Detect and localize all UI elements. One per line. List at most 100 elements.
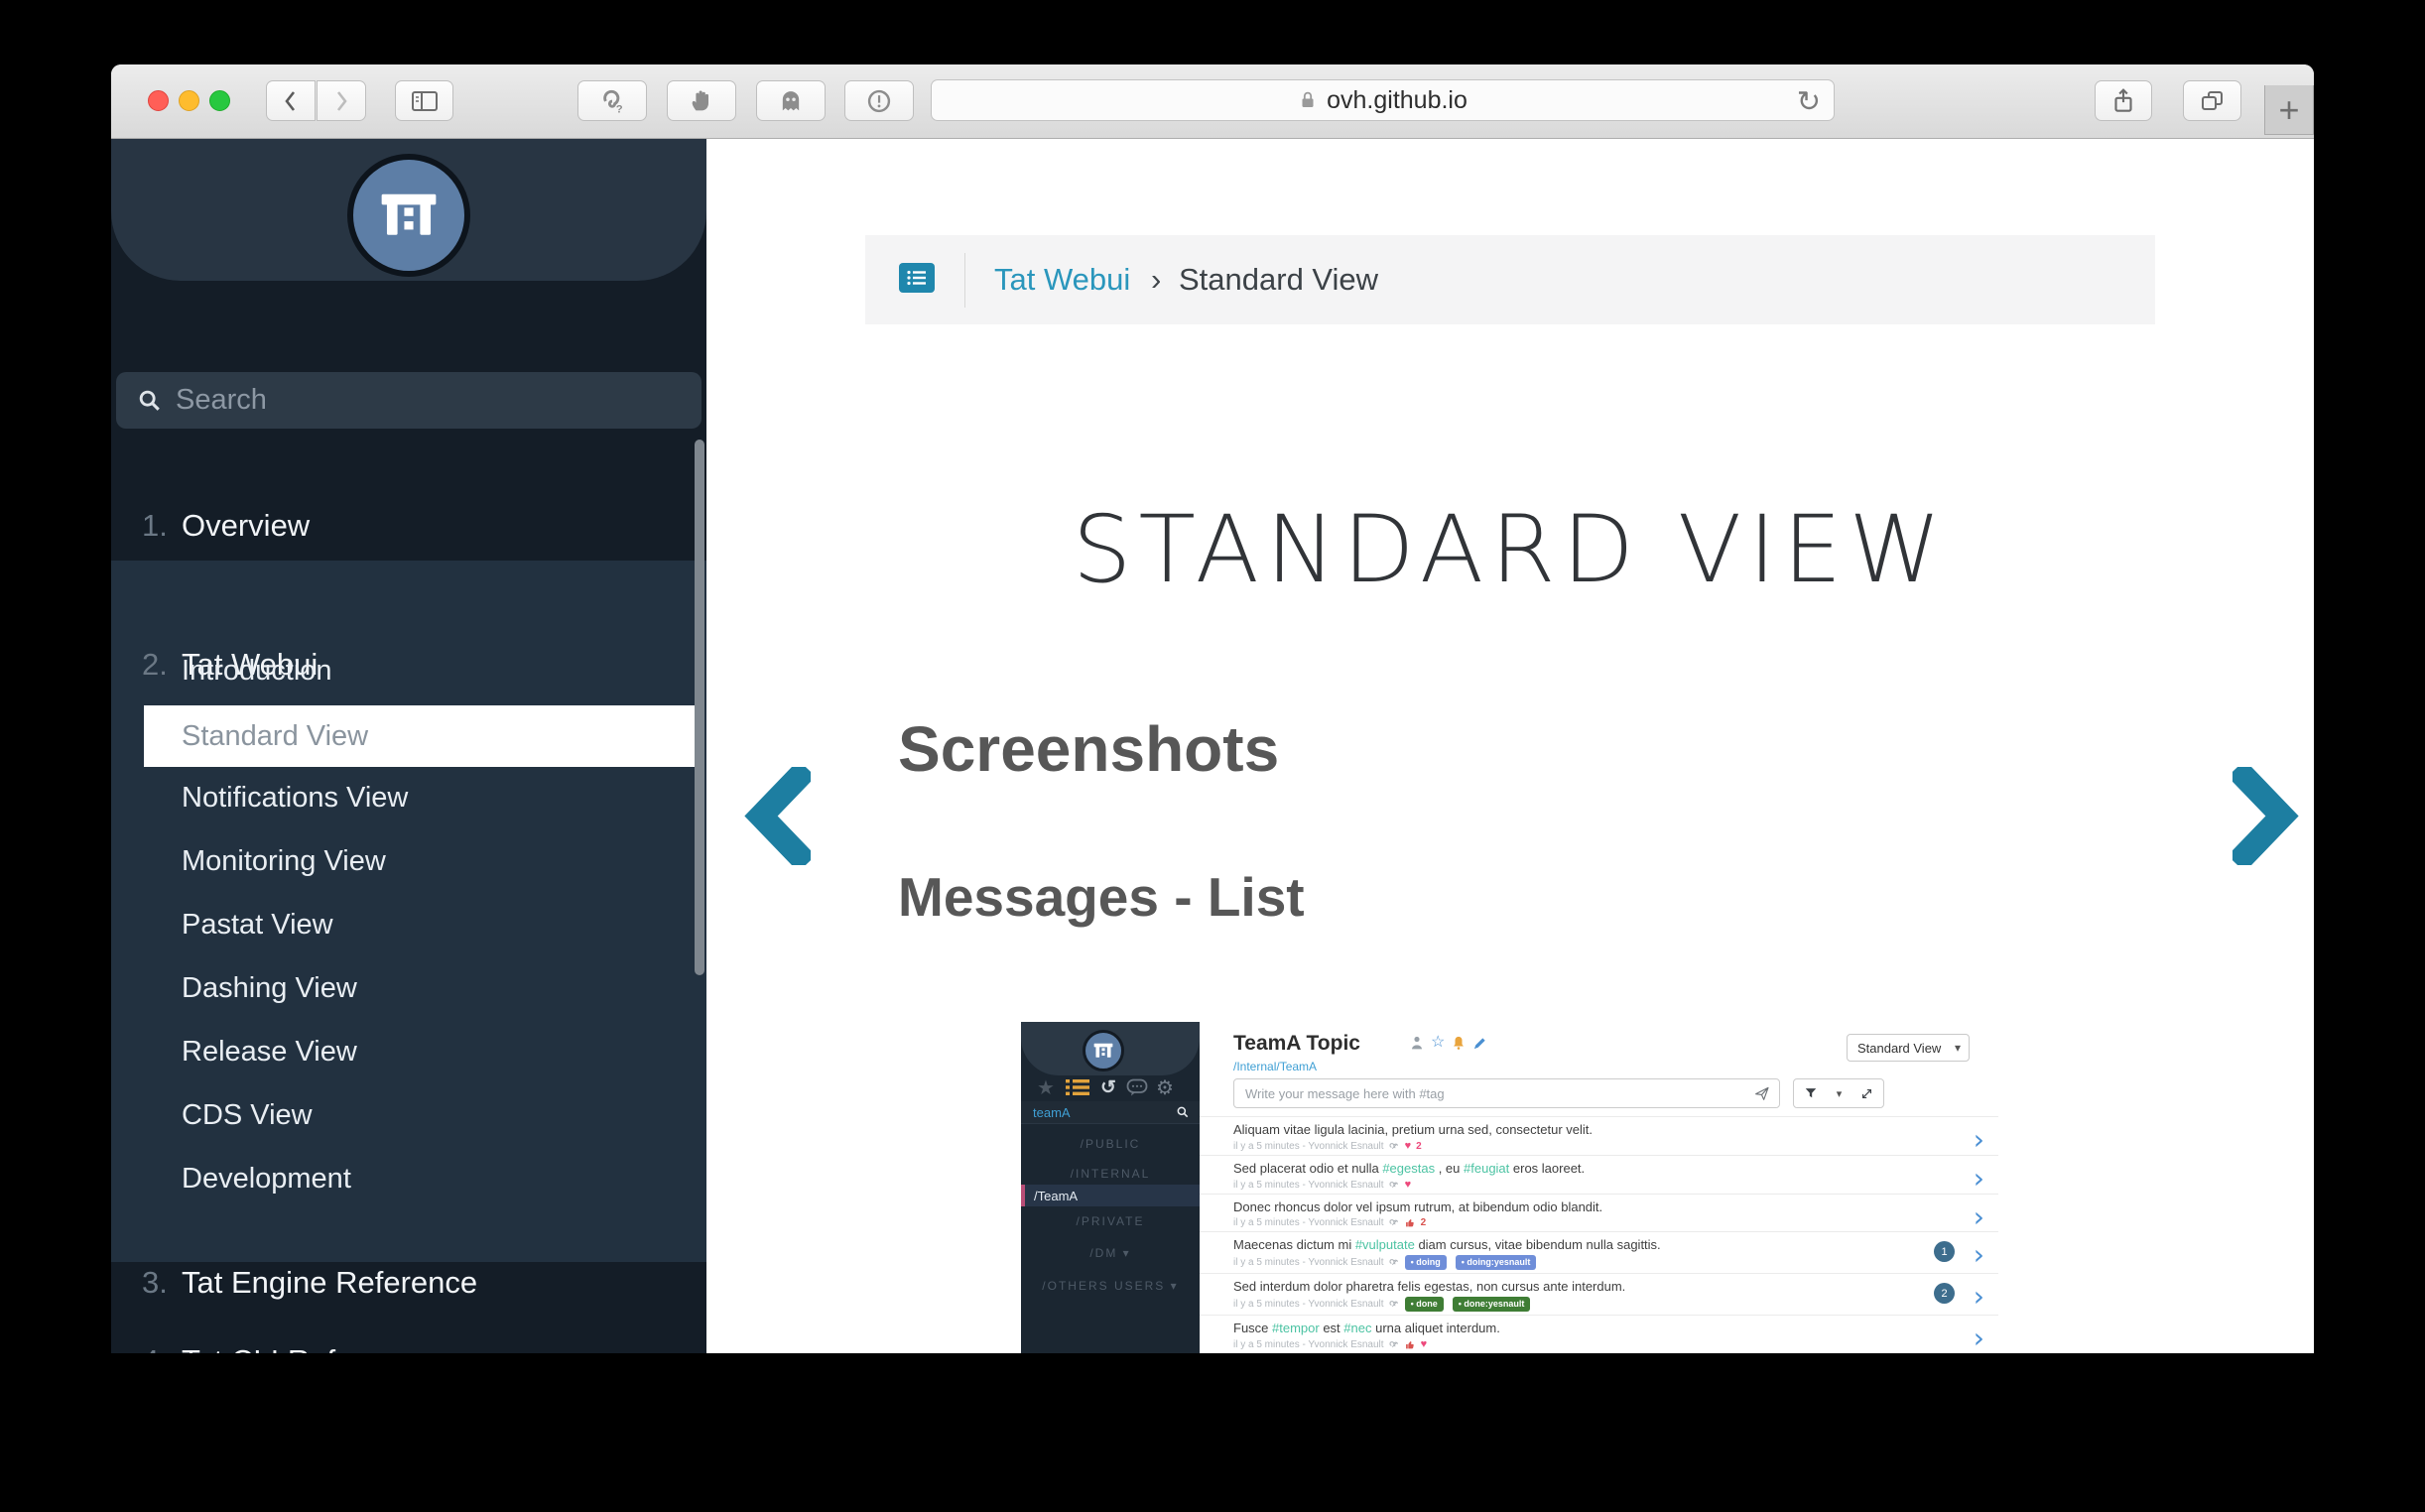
sidebar-item-notifications-view[interactable]: Notifications View: [182, 766, 408, 829]
caret-down-icon: ▾: [1955, 1041, 1961, 1055]
item-label: Tat CLI Reference: [182, 1343, 430, 1353]
link-icon: [1389, 1339, 1400, 1350]
link-icon: [1389, 1217, 1400, 1228]
info-circle-icon: [865, 87, 893, 115]
item-number: 3.: [142, 1265, 168, 1301]
hashtag: #nec: [1343, 1321, 1371, 1335]
item-label: Overview: [182, 508, 310, 544]
label-doing: • doing: [1405, 1255, 1447, 1270]
message-meta: il y a 5 minutes - Yvonnick Esnault: [1233, 1257, 1384, 1268]
docs-search-input[interactable]: Search: [116, 372, 702, 429]
shot-topic-public: /PUBLIC: [1021, 1137, 1200, 1151]
address-bar[interactable]: ovh.github.io ↻: [931, 79, 1835, 121]
chevron-right-icon: [2233, 767, 2299, 865]
message-row: Aliquam vitae ligula lacinia, pretium ur…: [1200, 1116, 1998, 1155]
thumbs-up-icon: [1405, 1217, 1416, 1228]
hand-stop-icon: [688, 87, 715, 115]
settings-gear-icon: ⚙: [1156, 1077, 1174, 1097]
item-number: 4.: [142, 1343, 168, 1353]
share-button[interactable]: [2095, 80, 2152, 121]
previous-page-arrow[interactable]: [744, 767, 811, 865]
reply-count-badge: 1: [1934, 1241, 1955, 1262]
message-row: Sed placerat odio et nulla #egestas , eu…: [1200, 1155, 1998, 1194]
shot-topic-path: /Internal/TeamA: [1233, 1060, 1317, 1073]
heart-icon: ♥: [1421, 1338, 1428, 1350]
sidebar-item-development[interactable]: Development: [182, 1147, 351, 1210]
shot-topic-others-users: /OTHERS USERS ▾: [1021, 1279, 1200, 1293]
breadcrumb-section-link[interactable]: Tat Webui: [994, 235, 1130, 324]
padlock-icon: [1298, 88, 1318, 112]
minimize-button[interactable]: [179, 90, 199, 111]
extension-spiral-button[interactable]: ?: [577, 80, 647, 121]
shot-topic-internal: /INTERNAL: [1021, 1167, 1200, 1181]
heading-messages-list: Messages - List: [898, 865, 1305, 929]
screenshot-messages-list[interactable]: ★ ↺: [1021, 1022, 1998, 1353]
label-done: • done: [1405, 1297, 1444, 1312]
fullscreen-button[interactable]: [209, 90, 230, 111]
sidebar-item-pastat-view[interactable]: Pastat View: [182, 893, 333, 956]
shot-topic-search: teamA: [1021, 1101, 1200, 1124]
shot-topic-title: TeamA Topic: [1233, 1032, 1360, 1056]
sidebar-item-release-view[interactable]: Release View: [182, 1020, 357, 1083]
content-area: Tat Webui › Standard View STANDARD VIEW …: [706, 139, 2314, 1353]
show-all-tabs-button[interactable]: [2183, 80, 2241, 121]
search-placeholder: Search: [176, 384, 267, 417]
toc-list-icon[interactable]: [899, 263, 935, 293]
open-message-chevron: ›: [1974, 1322, 1984, 1353]
hashtag: #tempor: [1272, 1321, 1320, 1335]
message-row: Maecenas dictum mi #vulputate diam cursu…: [1200, 1231, 1998, 1273]
page-title: STANDARD VIEW: [706, 496, 2314, 604]
sidebar-item-cds-view[interactable]: CDS View: [182, 1083, 313, 1147]
favorites-star-icon: ★: [1037, 1077, 1055, 1097]
sidebar-item-introduction[interactable]: Introduction: [182, 639, 332, 702]
sidebar-item-monitoring-view[interactable]: Monitoring View: [182, 829, 386, 893]
active-item-label: Standard View: [182, 705, 368, 767]
star-outline-icon: ☆: [1431, 1035, 1445, 1051]
search-icon: [136, 387, 164, 415]
sidebar-toggle-button[interactable]: [395, 80, 453, 121]
extension-info-button[interactable]: [844, 80, 914, 121]
message-meta: il y a 5 minutes - Yvonnick Esnault: [1233, 1299, 1384, 1310]
sidebar-item-tat-engine-reference[interactable]: 3. Tat Engine Reference: [111, 1251, 706, 1315]
sidebar-logo-panel: [111, 139, 706, 281]
link-icon: [1389, 1299, 1400, 1310]
pencil-icon: [1472, 1036, 1487, 1051]
chat-bubble-icon: [1126, 1077, 1148, 1097]
desktop: ?: [0, 0, 2425, 1512]
forward-button[interactable]: [317, 80, 366, 121]
breadcrumb-current: Standard View: [1179, 235, 1378, 324]
hashtag: #feugiat: [1464, 1161, 1509, 1176]
shot-topic-actions: ☆: [1410, 1035, 1487, 1051]
next-page-arrow[interactable]: [2233, 767, 2299, 865]
new-tab-button[interactable]: +: [2264, 85, 2314, 135]
breadcrumb: Tat Webui › Standard View: [865, 235, 2155, 324]
message-row: Fusce #tempor est #nec urna aliquet inte…: [1200, 1315, 1998, 1353]
refresh-icon[interactable]: ↻: [1797, 84, 1821, 119]
open-message-chevron: ›: [1974, 1280, 1984, 1313]
tat-logo: [347, 154, 470, 277]
user-icon: [1410, 1035, 1424, 1051]
sidebar-item-tat-cli-reference[interactable]: 4. Tat CLI Reference: [111, 1329, 706, 1353]
spiral-help-icon: ?: [597, 86, 627, 116]
extension-hand-button[interactable]: [667, 80, 736, 121]
message-row: Sed interdum dolor pharetra felis egesta…: [1200, 1273, 1998, 1315]
expand-icon: [1860, 1087, 1873, 1100]
sidebar-item-standard-view-active[interactable]: Standard View: [144, 705, 695, 767]
item-label: Tat Engine Reference: [182, 1265, 477, 1301]
back-button[interactable]: [266, 80, 316, 121]
extension-ghost-button[interactable]: [756, 80, 826, 121]
close-button[interactable]: [148, 90, 169, 111]
ghost-icon: [777, 87, 805, 115]
hashtag: #vulputate: [1355, 1237, 1415, 1252]
message-meta: il y a 5 minutes - Yvonnick Esnault: [1233, 1180, 1384, 1191]
caret-down-icon: ▾: [1171, 1279, 1179, 1293]
sidebar-scrollbar-thumb[interactable]: [695, 440, 704, 975]
sidebar-item-overview[interactable]: 1. Overview: [111, 494, 706, 558]
message-row: Donec rhoncus dolor vel ipsum rutrum, at…: [1200, 1194, 1998, 1231]
share-icon: [2110, 86, 2136, 116]
message-text: Aliquam vitae ligula lacinia, pretium ur…: [1233, 1122, 1593, 1137]
sidebar-item-dashing-view[interactable]: Dashing View: [182, 956, 357, 1020]
breadcrumb-separator: ›: [1151, 235, 1161, 324]
shot-view-selector: Standard View ▾: [1847, 1034, 1970, 1062]
shot-tat-logo: [1083, 1030, 1124, 1071]
